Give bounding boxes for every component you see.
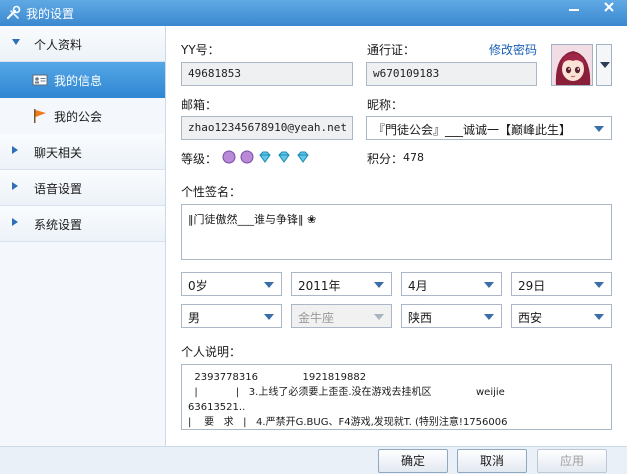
- sidebar-item-label: 我的信息: [54, 74, 103, 88]
- chevron-right-icon: [12, 218, 18, 226]
- chevron-down-icon: [12, 39, 20, 45]
- chevron-down-icon: [600, 62, 610, 68]
- zodiac-value: 金牛座: [298, 311, 335, 325]
- title-bar[interactable]: 我的设置: [0, 0, 627, 26]
- birth-month-value: 4月: [408, 279, 428, 293]
- minimize-button[interactable]: [561, 0, 587, 22]
- nickname-label: 昵称：: [367, 98, 404, 112]
- signature-text: ‖门徒傲然___谁与争锋‖ ❀: [188, 213, 317, 226]
- window-title: 我的设置: [26, 7, 75, 21]
- signature-label: 个性签名：: [181, 185, 242, 199]
- sidebar-item-label: 个人资料: [34, 38, 83, 52]
- sidebar-item-label: 我的公会: [54, 110, 103, 124]
- nickname-select[interactable]: 『門徒公会』___诚诚一【巅峰此生】: [366, 116, 612, 140]
- avatar-image: [552, 45, 592, 85]
- points-label: 积分：: [367, 152, 404, 166]
- passport-label: 通行证：: [367, 43, 416, 57]
- chevron-down-icon: [264, 282, 274, 288]
- description-input[interactable]: 2393778316 1921819882 | | 3.上线了必须要上歪歪.没在…: [181, 364, 612, 430]
- id-card-icon: [32, 74, 48, 86]
- diamond-icon: [259, 151, 271, 163]
- gender-select[interactable]: 男: [181, 304, 282, 328]
- ok-button[interactable]: 确定: [378, 449, 448, 473]
- moon-icon: [240, 150, 254, 164]
- change-password-link[interactable]: 修改密码: [489, 41, 537, 58]
- province-select[interactable]: 陕西: [401, 304, 502, 328]
- description-line: 2393778316 1921819882: [188, 372, 367, 383]
- chevron-down-icon: [594, 282, 604, 288]
- moon-icon: [222, 150, 236, 164]
- level-label: 等级：: [181, 152, 218, 166]
- chevron-right-icon: [12, 146, 18, 154]
- sidebar-item-label: 聊天相关: [34, 146, 83, 160]
- yy-label: YY号：: [181, 43, 220, 57]
- tools-icon: [6, 5, 21, 20]
- description-line: | | 3.上线了必须要上歪歪.没在游戏去挂机区 weijie: [188, 387, 505, 398]
- chevron-down-icon: [594, 126, 604, 132]
- chevron-down-icon: [594, 314, 604, 320]
- age-value: 0岁: [188, 279, 208, 293]
- avatar[interactable]: [551, 44, 593, 86]
- gender-value: 男: [188, 311, 201, 325]
- birth-year-select[interactable]: 2011年: [291, 272, 392, 296]
- birth-day-select[interactable]: 29日: [511, 272, 612, 296]
- settings-sidebar: 个人资料 我的信息 我的公会 聊天相关 语音设置 系统设置: [0, 26, 166, 446]
- yy-number-field[interactable]: 49681853: [181, 62, 353, 86]
- birth-day-value: 29日: [518, 279, 546, 293]
- avatar-dropdown-button[interactable]: [596, 44, 612, 86]
- settings-window: 我的设置 个人资料 我的信息 我的公会 聊天相关 语音设置 系统设置 YY号： …: [0, 0, 627, 474]
- chevron-down-icon: [484, 314, 494, 320]
- flag-icon: [34, 109, 46, 123]
- minimize-icon: [569, 9, 579, 11]
- email-field[interactable]: zhao12345678910@yeah.net: [181, 116, 353, 140]
- sidebar-item-label: 语音设置: [34, 182, 83, 196]
- sidebar-item-chat[interactable]: 聊天相关: [0, 134, 165, 170]
- chevron-right-icon: [12, 182, 18, 190]
- diamond-icon: [278, 151, 290, 163]
- sidebar-item-label: 系统设置: [34, 218, 83, 232]
- city-value: 西安: [518, 311, 543, 325]
- cancel-button[interactable]: 取消: [457, 449, 527, 473]
- sidebar-item-system[interactable]: 系统设置: [0, 206, 165, 242]
- province-value: 陕西: [408, 311, 433, 325]
- close-icon: [604, 2, 614, 12]
- description-line: | 要 求 | 4.严禁开G.BUG、F4游戏,发现就T. (特别注意!1756…: [188, 417, 508, 428]
- sidebar-item-voice[interactable]: 语音设置: [0, 170, 165, 206]
- birth-year-value: 2011年: [298, 279, 341, 293]
- zodiac-select: 金牛座: [291, 304, 392, 328]
- chevron-down-icon: [484, 282, 494, 288]
- chevron-down-icon: [374, 282, 384, 288]
- description-line: 63613521..: [188, 402, 246, 413]
- email-label: 邮箱：: [181, 98, 218, 112]
- dialog-button-bar: 确定 取消 应用: [0, 446, 627, 474]
- city-select[interactable]: 西安: [511, 304, 612, 328]
- chevron-down-icon: [374, 314, 384, 320]
- chevron-down-icon: [264, 314, 274, 320]
- passport-field[interactable]: w670109183: [366, 62, 537, 86]
- age-select[interactable]: 0岁: [181, 272, 282, 296]
- points-value: 478: [403, 151, 424, 164]
- sidebar-item-profile[interactable]: 个人资料: [0, 26, 165, 62]
- nickname-value: 『門徒公会』___诚诚一【巅峰此生】: [373, 123, 572, 137]
- sidebar-item-my-guild[interactable]: 我的公会: [0, 98, 165, 134]
- signature-input[interactable]: ‖门徒傲然___谁与争锋‖ ❀: [181, 204, 612, 260]
- birth-month-select[interactable]: 4月: [401, 272, 502, 296]
- diamond-icon: [297, 151, 309, 163]
- close-button[interactable]: [596, 0, 622, 22]
- sidebar-item-my-info[interactable]: 我的信息: [0, 62, 165, 98]
- description-label: 个人说明：: [181, 345, 242, 359]
- apply-button: 应用: [537, 449, 607, 473]
